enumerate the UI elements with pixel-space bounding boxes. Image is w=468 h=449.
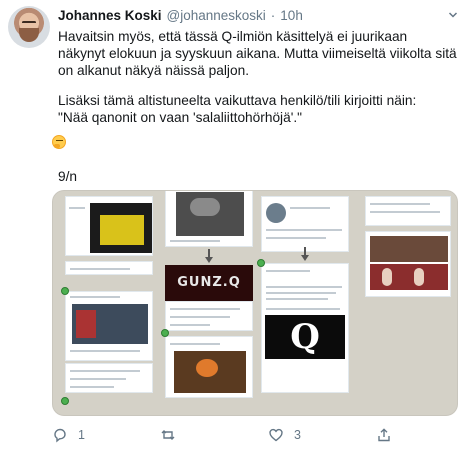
share-button[interactable] <box>376 425 392 445</box>
screenshot-card <box>65 196 153 256</box>
timestamp[interactable]: 10h <box>280 8 303 23</box>
heart-icon <box>269 428 283 442</box>
screenshot-card <box>365 196 451 226</box>
screenshot-card <box>65 291 153 361</box>
tweet-paragraph-1: Havaitsin myös, että tässä Q-ilmiön käsi… <box>58 29 461 78</box>
thread-counter: 9/n <box>58 169 78 184</box>
avatar[interactable] <box>8 6 50 48</box>
tweet: Johannes Koski @johanneskoski · 10h Hava… <box>0 0 468 449</box>
retweet-icon <box>161 430 175 440</box>
screenshot-card <box>165 301 253 331</box>
reply-button[interactable]: 1 <box>52 425 85 445</box>
tweet-actions: 1 3 <box>52 425 458 445</box>
screenshot-card <box>261 196 349 252</box>
separator: · <box>270 8 276 23</box>
chevron-down-icon[interactable] <box>448 10 458 20</box>
reply-icon <box>54 428 66 443</box>
screenshot-card <box>65 261 153 275</box>
q-panel: Q <box>265 315 345 359</box>
screenshot-card <box>65 363 153 393</box>
retweet-button[interactable] <box>160 425 186 445</box>
tweet-header: Johannes Koski @johanneskoski · 10h <box>58 8 303 26</box>
thinking-face-emoji <box>52 135 66 149</box>
reply-count: 1 <box>78 428 85 442</box>
media-image[interactable]: GUNZ.Q Q <box>52 190 458 416</box>
author-handle[interactable]: @johanneskoski <box>167 8 266 23</box>
gunzq-text: GUNZ.Q <box>177 275 241 290</box>
screenshot-card <box>165 191 253 247</box>
share-icon <box>378 428 390 442</box>
tweet-paragraph-2: Lisäksi tämä altistuneelta vaikuttava he… <box>58 93 417 125</box>
q-letter: Q <box>290 317 320 357</box>
gunzq-banner: GUNZ.Q <box>165 265 253 301</box>
author-name[interactable]: Johannes Koski <box>58 8 162 23</box>
like-button[interactable]: 3 <box>268 425 301 445</box>
tweet-text: Havaitsin myös, että tässä Q-ilmiön käsi… <box>58 28 458 126</box>
screenshot-card <box>365 231 451 297</box>
like-count: 3 <box>294 428 301 442</box>
screenshot-card <box>165 336 253 398</box>
